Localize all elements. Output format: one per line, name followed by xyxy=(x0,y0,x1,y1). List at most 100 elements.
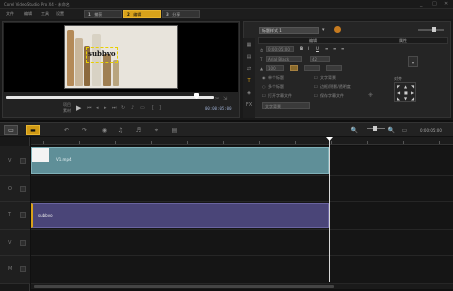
fit-project-icon[interactable]: ▭ xyxy=(400,126,409,135)
align-top-left-icon[interactable]: ◤ xyxy=(397,84,400,89)
playhead-line[interactable] xyxy=(329,137,330,282)
filter-tab-icon[interactable]: FX xyxy=(245,102,253,110)
step-tab-capture[interactable]: 1 捕获 xyxy=(84,10,122,18)
align-bottom-center-icon[interactable]: ▼ xyxy=(404,96,407,101)
align-right-icon[interactable]: ≡ xyxy=(341,46,344,51)
minimize-button[interactable]: _ xyxy=(420,1,423,7)
chevron-down-icon[interactable]: ▾ xyxy=(322,27,325,33)
menu-settings[interactable]: 设置 xyxy=(56,11,64,17)
bold-icon[interactable]: B xyxy=(300,46,303,51)
align-bottom-left-icon[interactable]: ◣ xyxy=(397,96,400,101)
volume-icon[interactable]: ♪ xyxy=(131,105,134,111)
menu-file[interactable]: 文件 xyxy=(6,11,14,17)
underline-icon[interactable]: U xyxy=(316,46,319,51)
track-toggle-button[interactable] xyxy=(20,266,26,272)
title-tab-icon[interactable]: T xyxy=(245,78,253,86)
track-toggle-button[interactable] xyxy=(20,240,26,246)
media-tab-icon[interactable]: ▦ xyxy=(245,42,253,50)
volume-slider[interactable] xyxy=(418,29,444,31)
timeline-ruler[interactable] xyxy=(31,137,453,145)
storyboard-view-button[interactable]: ▭ xyxy=(4,125,18,135)
duration-field[interactable]: 0:00:05:00 xyxy=(266,46,294,52)
alignment-grid[interactable]: ◤ ▲ ◥ ◀ ■ ▶ ◣ ▼ ◢ xyxy=(394,82,416,102)
zoom-slider-handle[interactable] xyxy=(373,126,377,131)
record-icon[interactable]: ◉ xyxy=(100,126,109,135)
split-icon[interactable]: ✂ xyxy=(215,96,219,102)
tab-edit[interactable]: 编辑 xyxy=(309,38,317,43)
next-frame-icon[interactable]: ▸ xyxy=(104,105,107,111)
align-middle-left-icon[interactable]: ◀ xyxy=(397,90,400,95)
expand-icon[interactable]: ⇲ xyxy=(223,96,227,102)
prev-frame-icon[interactable]: ◂ xyxy=(96,105,99,111)
play-icon[interactable]: ▶ xyxy=(76,104,81,112)
mark-in-icon[interactable]: [ xyxy=(152,105,154,111)
end-icon[interactable]: ⏭ xyxy=(112,105,117,111)
auto-music-icon[interactable]: ♬ xyxy=(134,126,143,135)
font-size-select[interactable]: 42 xyxy=(310,56,330,62)
step-tab-edit[interactable]: 2 编辑 xyxy=(123,10,161,18)
music-track[interactable] xyxy=(31,256,453,284)
timeline-view-button[interactable]: ▬ xyxy=(26,125,40,135)
text-background-checkbox[interactable]: ☐ xyxy=(314,75,318,80)
hd-icon[interactable]: ▭ xyxy=(140,105,145,111)
zoom-out-icon[interactable]: 🔍 xyxy=(350,126,359,135)
align-center-icon[interactable]: ≡ xyxy=(333,46,336,51)
favorite-icon[interactable] xyxy=(334,26,341,33)
open-subtitle-icon[interactable]: ☐ xyxy=(262,93,266,98)
instant-project-tab-icon[interactable]: ▤ xyxy=(245,54,253,62)
scrubber-bar[interactable] xyxy=(6,96,214,99)
undo-icon[interactable]: ↶ xyxy=(62,126,71,135)
align-top-center-icon[interactable]: ▲ xyxy=(404,84,407,89)
track-toggle-button[interactable] xyxy=(20,186,26,192)
move-icon[interactable]: ⁜ xyxy=(368,92,373,99)
font-select[interactable]: Arial Black xyxy=(266,56,302,62)
maximize-button[interactable]: □ xyxy=(432,1,437,7)
track-toggle-button[interactable] xyxy=(20,212,26,218)
line-spacing-select[interactable]: 100 xyxy=(266,65,284,71)
ruler-tick xyxy=(295,141,296,144)
preset-dropdown[interactable]: ▾ xyxy=(408,56,418,67)
graphic-tab-icon[interactable]: ◈ xyxy=(245,90,253,98)
align-top-right-icon[interactable]: ◥ xyxy=(411,84,414,89)
close-button[interactable]: ✕ xyxy=(444,1,448,7)
align-center-icon[interactable]: ■ xyxy=(404,90,408,95)
title-clip[interactable] xyxy=(31,203,329,228)
align-left-icon[interactable]: ≡ xyxy=(325,46,328,51)
text-background-button[interactable]: 文字背景 xyxy=(262,102,310,109)
save-subtitle-icon[interactable]: ☐ xyxy=(314,93,318,98)
clip-mode-label[interactable]: 素材 xyxy=(63,108,71,114)
align-bottom-right-icon[interactable]: ◢ xyxy=(411,96,414,101)
repeat-icon[interactable]: ↻ xyxy=(121,105,125,111)
menu-tools[interactable]: 工具 xyxy=(41,11,49,17)
font-color-swatch[interactable] xyxy=(290,65,298,71)
multiple-titles-radio[interactable]: ○ xyxy=(262,84,266,89)
overlay-track[interactable] xyxy=(31,176,453,202)
bottle-shape xyxy=(67,30,74,86)
align-middle-right-icon[interactable]: ▶ xyxy=(411,90,414,95)
home-icon[interactable]: ⏮ xyxy=(87,105,92,111)
motion-tracking-icon[interactable]: ⌖ xyxy=(152,126,161,135)
italic-icon[interactable]: I xyxy=(308,46,309,51)
transition-tab-icon[interactable]: ⇄ xyxy=(245,66,253,74)
title-style-select[interactable]: 标题样式 1 xyxy=(259,27,319,34)
voice-track[interactable] xyxy=(31,230,453,256)
audio-mixer-icon[interactable]: ♫ xyxy=(116,126,125,135)
ruler-tick xyxy=(223,141,224,144)
timecode-display[interactable]: 00:00:05:00 xyxy=(205,106,232,111)
title-track-icon: T xyxy=(8,212,12,218)
volume-slider-handle[interactable] xyxy=(432,27,436,32)
rotation-field[interactable] xyxy=(326,65,342,71)
border-shadow-checkbox[interactable]: ☐ xyxy=(314,84,318,89)
menu-edit[interactable]: 编辑 xyxy=(24,11,32,17)
mark-out-icon[interactable]: ] xyxy=(159,105,161,111)
single-title-radio[interactable]: ◉ xyxy=(262,75,266,80)
redo-icon[interactable]: ↷ xyxy=(80,126,89,135)
step-tab-share[interactable]: 3 分享 xyxy=(162,10,200,18)
video-clip[interactable] xyxy=(31,147,329,174)
angle-field[interactable] xyxy=(304,65,320,71)
zoom-in-icon[interactable]: 🔍 xyxy=(387,126,396,135)
subtitle-editor-icon[interactable]: ▤ xyxy=(170,126,179,135)
track-toggle-button[interactable] xyxy=(20,158,26,164)
timeline-scrollbar-thumb[interactable] xyxy=(34,285,334,288)
tab-attributes[interactable]: 属性 xyxy=(399,38,407,43)
